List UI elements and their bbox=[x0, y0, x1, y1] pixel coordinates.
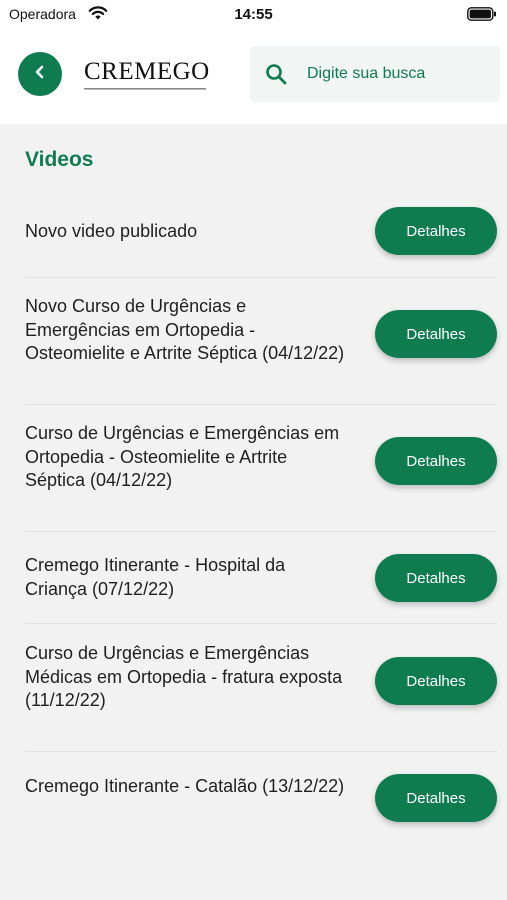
battery-icon bbox=[467, 7, 497, 26]
page-title: Videos bbox=[25, 148, 94, 171]
details-button[interactable]: Detalhes bbox=[375, 657, 497, 705]
video-list: Novo video publicado Detalhes Novo Curso… bbox=[0, 184, 507, 844]
list-item: Cremego Itinerante - Catalão (13/12/22) … bbox=[0, 752, 507, 844]
back-button[interactable] bbox=[18, 52, 62, 96]
video-title: Curso de Urgências e Emergências em Orto… bbox=[25, 423, 340, 490]
logo-tagline-line bbox=[84, 88, 206, 90]
video-title: Cremego Itinerante - Catalão (13/12/22) bbox=[25, 776, 345, 796]
status-time: 14:55 bbox=[234, 6, 273, 23]
search-placeholder: Digite sua busca bbox=[307, 65, 426, 82]
app-header: CREMEGO Digite sua busca bbox=[0, 30, 507, 124]
details-button[interactable]: Detalhes bbox=[375, 774, 497, 822]
list-item: Curso de Urgências e Emergências Médicas… bbox=[0, 624, 507, 752]
details-button[interactable]: Detalhes bbox=[375, 554, 497, 602]
list-item: Curso de Urgências e Emergências em Orto… bbox=[0, 405, 507, 532]
video-title: Novo Curso de Urgências e Emergências em… bbox=[25, 296, 345, 363]
search-input[interactable]: Digite sua busca bbox=[250, 46, 500, 102]
list-item: Novo video publicado Detalhes bbox=[0, 184, 507, 278]
logo-wordmark: CREMEGO bbox=[84, 58, 210, 85]
cremego-logo: CREMEGO bbox=[84, 58, 210, 92]
video-title: Curso de Urgências e Emergências Médicas… bbox=[25, 643, 343, 710]
list-item: Cremego Itinerante - Hospital da Criança… bbox=[0, 532, 507, 624]
search-icon bbox=[264, 62, 288, 91]
details-button[interactable]: Detalhes bbox=[375, 310, 497, 358]
chevron-left-icon bbox=[32, 64, 48, 85]
video-title: Cremego Itinerante - Hospital da Criança… bbox=[25, 555, 286, 599]
details-button[interactable]: Detalhes bbox=[375, 207, 497, 255]
details-button[interactable]: Detalhes bbox=[375, 437, 497, 485]
status-bar: Operadora 14:55 bbox=[0, 0, 507, 30]
list-item: Novo Curso de Urgências e Emergências em… bbox=[0, 278, 507, 405]
video-title: Novo video publicado bbox=[25, 221, 198, 241]
